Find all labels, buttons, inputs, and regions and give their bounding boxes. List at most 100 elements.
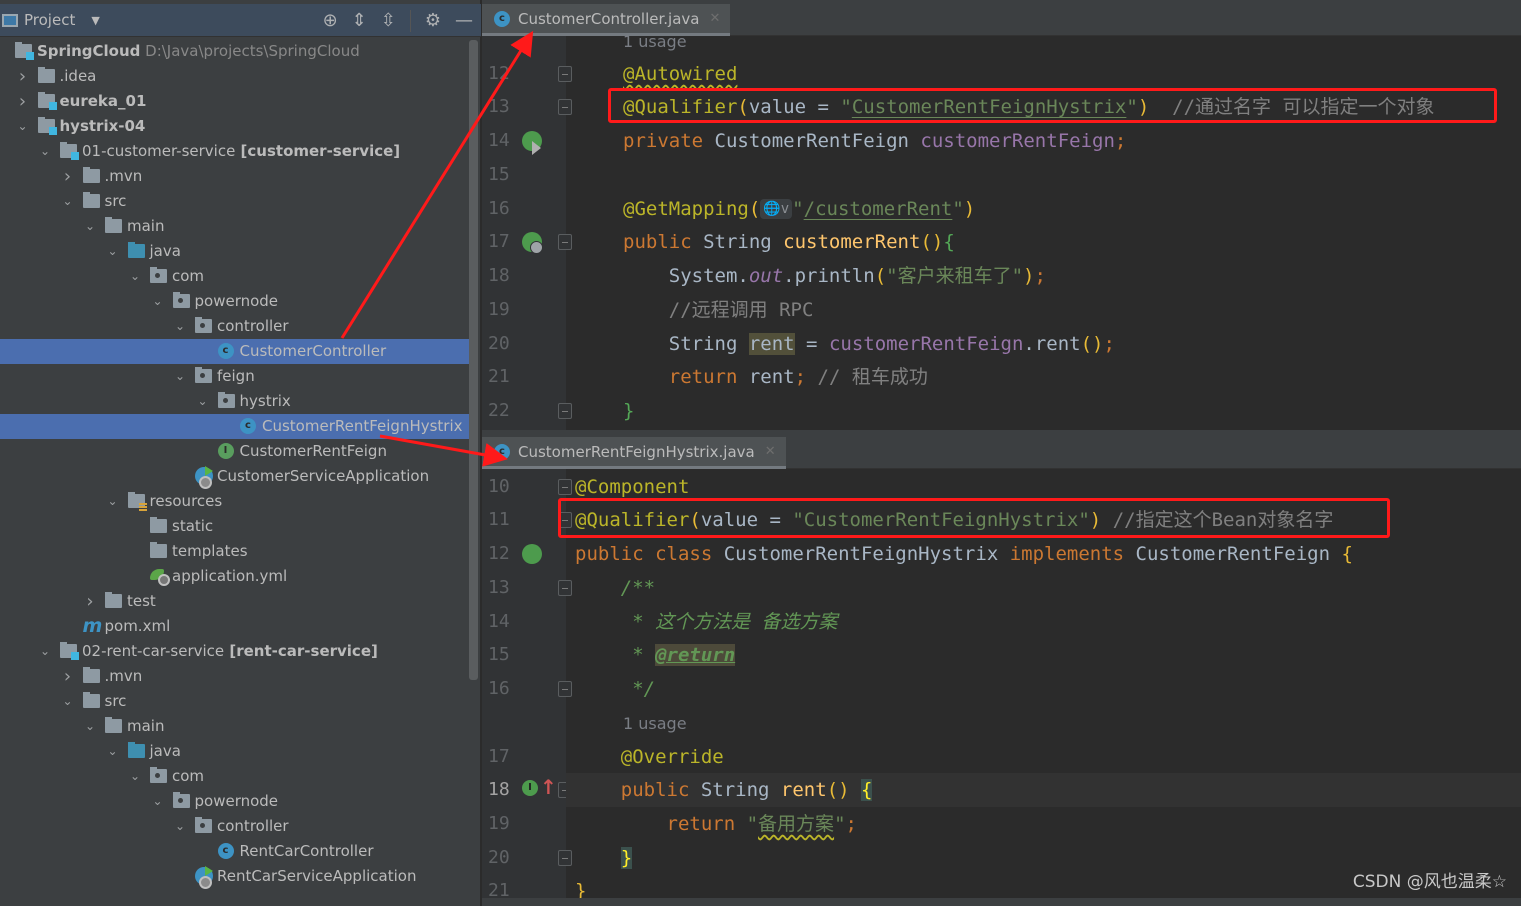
- tree-item[interactable]: ⌄ 02-rent-car-service [rent-car-service]: [0, 639, 470, 664]
- tree-item[interactable]: ⌄ java: [0, 739, 470, 764]
- code-line: public String customerRent(){: [566, 225, 1521, 259]
- chevron-down-icon[interactable]: ⌄: [196, 389, 210, 414]
- tree-item[interactable]: › .idea: [0, 64, 470, 89]
- code-token: }: [623, 400, 635, 422]
- module-icon: [60, 642, 79, 660]
- line-number: 10: [488, 476, 510, 497]
- chevron-down-icon[interactable]: ⌄: [38, 639, 52, 664]
- chevron-down-icon[interactable]: ⌄: [106, 489, 120, 514]
- line-number: 19: [488, 813, 510, 834]
- folder-icon: [82, 667, 100, 683]
- line-number: 11: [488, 509, 510, 530]
- tree-item[interactable]: templates: [0, 539, 470, 564]
- tree-item[interactable]: I CustomerRentFeign: [0, 439, 470, 464]
- line-number: 21: [488, 366, 510, 387]
- tree-item[interactable]: ⌄ resources: [0, 489, 470, 514]
- tree-item[interactable]: RentCarServiceApplication: [0, 864, 470, 889]
- package-icon: [172, 792, 190, 808]
- chevron-down-icon[interactable]: ⌄: [173, 814, 187, 839]
- chevron-down-icon[interactable]: ⌄: [38, 139, 52, 164]
- chevron-right-icon[interactable]: ›: [16, 64, 30, 89]
- tab-customer-rent-feign-hystrix[interactable]: c CustomerRentFeignHystrix.java ✕: [482, 437, 786, 469]
- tree-item-label: hystrix: [239, 392, 291, 410]
- tree-item[interactable]: SpringCloud D:\Java\projects\SpringCloud: [0, 39, 470, 64]
- code-line: String rent = customerRentFeign.rent();: [566, 327, 1521, 361]
- chevron-down-icon[interactable]: ⌄: [106, 739, 120, 764]
- tree-item[interactable]: application.yml: [0, 564, 470, 589]
- chevron-right-icon[interactable]: ›: [83, 589, 97, 614]
- usage-hint[interactable]: 1 usage: [623, 714, 687, 733]
- project-view-selector[interactable]: Project: [24, 11, 75, 29]
- collapse-all-icon[interactable]: ⇳: [381, 10, 396, 31]
- tree-item[interactable]: › .mvn: [0, 664, 470, 689]
- chevron-down-icon[interactable]: ⌄: [173, 314, 187, 339]
- tree-item[interactable]: c RentCarController: [0, 839, 470, 864]
- tree-item[interactable]: › .mvn: [0, 164, 470, 189]
- chevron-down-icon[interactable]: ⌄: [173, 364, 187, 389]
- tree-item[interactable]: › eureka_01: [0, 89, 470, 114]
- tree-item[interactable]: ⌄ main: [0, 714, 470, 739]
- tree-item[interactable]: ⌄ powernode: [0, 289, 470, 314]
- usage-hint[interactable]: 1 usage: [623, 32, 687, 51]
- code-token: String: [703, 231, 784, 253]
- class-icon: c: [494, 10, 510, 27]
- chevron-down-icon[interactable]: ⌄: [151, 289, 165, 314]
- url-inlay-icon[interactable]: 🌐v: [760, 199, 793, 219]
- chevron-right-icon[interactable]: ›: [61, 164, 75, 189]
- implements-method-icon[interactable]: I: [522, 780, 538, 796]
- chevron-down-icon[interactable]: ⌄: [61, 189, 75, 214]
- tree-item[interactable]: ⌄ com: [0, 764, 470, 789]
- tree-item[interactable]: ⌄ main: [0, 214, 470, 239]
- tree-item[interactable]: ⌄ com: [0, 264, 470, 289]
- chevron-down-icon[interactable]: ⌄: [128, 764, 142, 789]
- code-token: /**: [575, 577, 656, 599]
- chevron-down-icon[interactable]: ▼: [91, 14, 99, 27]
- tree-item[interactable]: ⌄ feign: [0, 364, 470, 389]
- chevron-down-icon[interactable]: ⌄: [61, 689, 75, 714]
- locate-icon[interactable]: ⊕: [323, 10, 338, 31]
- tree-item[interactable]: ⌄ powernode: [0, 789, 470, 814]
- tree-item-label: controller: [217, 317, 289, 335]
- minimize-icon[interactable]: —: [455, 10, 473, 31]
- tree-item-label: com: [172, 767, 205, 785]
- code-hint-line: 1 usage: [623, 24, 1521, 58]
- chevron-down-icon[interactable]: ⌄: [151, 789, 165, 814]
- chevron-right-icon[interactable]: ›: [16, 89, 30, 114]
- expand-all-icon[interactable]: ⇕: [352, 10, 367, 31]
- chevron-down-icon[interactable]: ⌄: [128, 264, 142, 289]
- chevron-down-icon[interactable]: ⌄: [83, 714, 97, 739]
- tree-item[interactable]: CustomerServiceApplication: [0, 464, 470, 489]
- code-line: //远程调用 RPC: [566, 293, 1521, 327]
- spring-bean-icon[interactable]: [522, 544, 542, 564]
- chevron-down-icon[interactable]: ⌄: [106, 239, 120, 264]
- tree-item-label: application.yml: [172, 567, 288, 585]
- tree-item[interactable]: c CustomerController: [0, 339, 470, 364]
- tree-item[interactable]: ⌄ controller: [0, 314, 470, 339]
- tree-item[interactable]: ⌄ java: [0, 239, 470, 264]
- tree-item[interactable]: ⌄ src: [0, 189, 470, 214]
- tree-item[interactable]: ⌄ hystrix: [0, 389, 470, 414]
- tree-item[interactable]: ⌄ hystrix-04: [0, 114, 470, 139]
- tree-item[interactable]: ⌄ controller: [0, 814, 470, 839]
- tree-item[interactable]: m pom.xml: [0, 614, 470, 639]
- chevron-down-icon[interactable]: ⌄: [16, 114, 30, 139]
- code-line: @GetMapping(🌐v "/customerRent"): [566, 192, 1521, 226]
- close-icon[interactable]: ✕: [765, 444, 776, 459]
- tree-item[interactable]: › test: [0, 589, 470, 614]
- tree-item[interactable]: static: [0, 514, 470, 539]
- bean-injection-icon[interactable]: [522, 131, 542, 155]
- code-token: String: [623, 333, 749, 355]
- code-token: customerRentFeign: [920, 130, 1115, 152]
- gear-icon[interactable]: ⚙: [425, 10, 441, 31]
- sidebar-scrollbar[interactable]: [469, 40, 478, 680]
- chevron-right-icon[interactable]: ›: [61, 664, 75, 689]
- tree-item[interactable]: ⌄ 01-customer-service [customer-service]: [0, 139, 470, 164]
- arrow-up-icon[interactable]: ↑: [540, 775, 557, 799]
- tree-item[interactable]: c CustomerRentFeignHystrix: [0, 414, 470, 439]
- chevron-down-icon[interactable]: ⌄: [83, 214, 97, 239]
- line-number: 15: [488, 164, 510, 185]
- tree-item[interactable]: ⌄ src: [0, 689, 470, 714]
- tree-item-label: static: [172, 517, 214, 535]
- web-endpoint-icon[interactable]: [522, 232, 543, 254]
- line-number: 14: [488, 611, 510, 632]
